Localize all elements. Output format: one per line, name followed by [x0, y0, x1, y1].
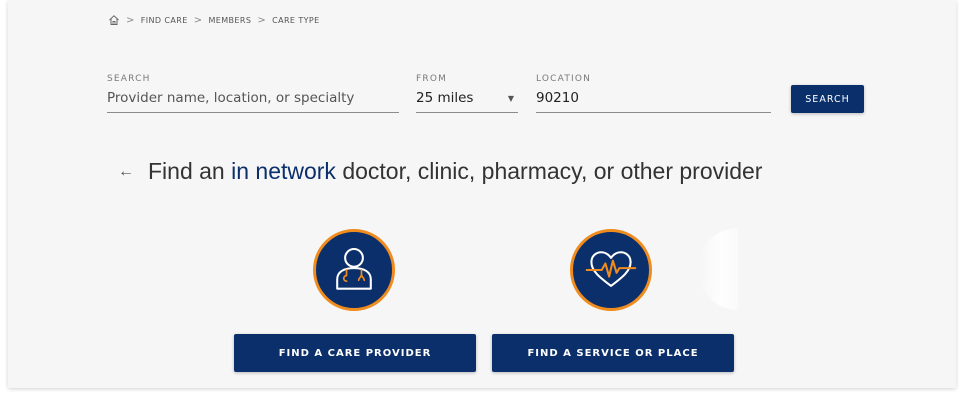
- breadcrumb-separator: >: [257, 14, 267, 26]
- home-icon[interactable]: [108, 14, 120, 26]
- find-care-provider-button[interactable]: FIND A CARE PROVIDER: [234, 334, 476, 372]
- doctor-icon: [313, 229, 395, 311]
- headline-highlight: in network: [231, 158, 336, 184]
- caret-down-icon: ▼: [507, 93, 514, 103]
- page-headline: ← Find an in network doctor, clinic, pha…: [118, 158, 762, 185]
- breadcrumb: > FIND CARE > MEMBERS > CARE TYPE: [108, 14, 320, 26]
- headline-prefix: Find an: [148, 158, 232, 184]
- heartbeat-icon: [570, 229, 652, 311]
- search-label: SEARCH: [107, 74, 151, 84]
- location-label: LOCATION: [536, 74, 592, 84]
- search-button[interactable]: SEARCH: [791, 85, 864, 113]
- breadcrumb-care-type: CARE TYPE: [272, 15, 320, 25]
- search-field: SEARCH: [107, 74, 399, 113]
- back-arrow-icon[interactable]: ←: [118, 163, 134, 181]
- distance-value: 25 miles: [416, 90, 474, 106]
- headline-suffix: doctor, clinic, pharmacy, or other provi…: [335, 158, 763, 184]
- location-field: LOCATION: [536, 74, 771, 113]
- faded-partial-card: [698, 228, 738, 310]
- distance-select[interactable]: 25 miles ▼: [416, 86, 518, 113]
- breadcrumb-members[interactable]: MEMBERS: [208, 16, 251, 25]
- breadcrumb-separator: >: [126, 14, 135, 26]
- main-panel: > FIND CARE > MEMBERS > CARE TYPE SEARCH…: [8, 0, 956, 388]
- from-field: FROM 25 miles ▼: [416, 74, 518, 113]
- breadcrumb-separator: >: [193, 14, 203, 26]
- breadcrumb-find-care[interactable]: FIND CARE: [141, 16, 188, 25]
- find-service-or-place-button[interactable]: FIND A SERVICE OR PLACE: [492, 334, 734, 372]
- from-label: FROM: [416, 74, 448, 84]
- location-input[interactable]: [536, 86, 771, 113]
- search-input[interactable]: [107, 86, 399, 113]
